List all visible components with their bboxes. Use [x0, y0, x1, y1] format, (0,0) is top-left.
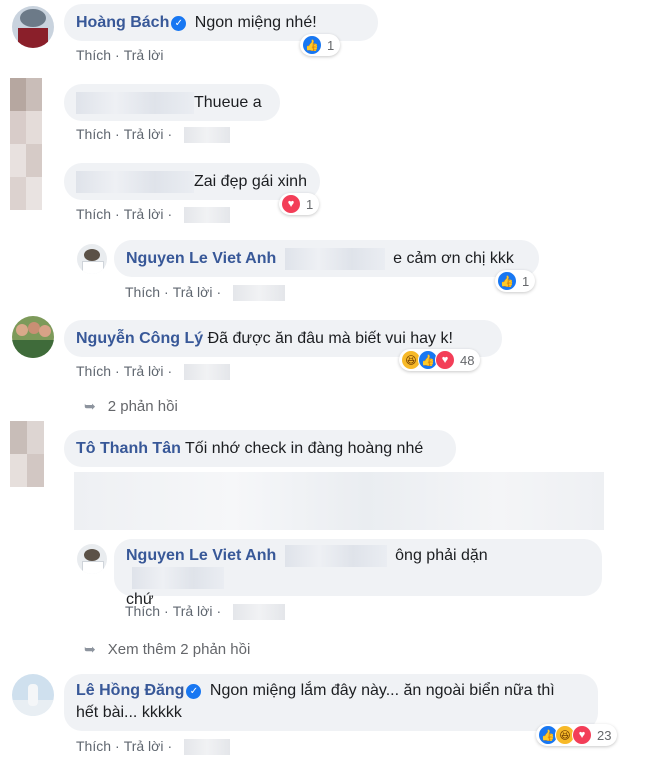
like-link[interactable]: Thích [76, 206, 111, 222]
comment-bubble: Thueue a [64, 84, 280, 121]
comment-text-line2: hết bài... kkkkk [76, 704, 182, 721]
like-link[interactable]: Thích [76, 363, 111, 379]
author-name[interactable]: Nguyen Le Viet Anh [126, 250, 276, 267]
avatar-nguyen-le-viet-anh[interactable] [77, 544, 107, 574]
reply-link[interactable]: Trả lời [173, 284, 213, 300]
avatar-hoang-bach[interactable] [12, 6, 54, 48]
comment-actions: Thích · Trả lời · [76, 204, 231, 224]
reply-link[interactable]: Trả lời [124, 738, 164, 754]
view-more-replies-link[interactable]: ➥ Xem thêm 2 phản hồi [84, 641, 250, 658]
avatar-blurred [10, 421, 44, 487]
timestamp-redacted [184, 207, 231, 224]
reply-arrow-icon: ➥ [84, 398, 96, 414]
comment-actions: Thích · Trả lời · [76, 736, 231, 756]
like-icon: 👍 [302, 35, 322, 55]
avatar-blurred [10, 78, 42, 210]
reply-link[interactable]: Trả lời [124, 126, 164, 142]
reply-link[interactable]: Trả lời [124, 206, 164, 222]
comment-bubble: Nguyen Le Viet Anh e cảm ơn chị kkk [114, 240, 539, 277]
like-link[interactable]: Thích [125, 284, 160, 300]
timestamp-redacted [184, 364, 231, 381]
reply-link[interactable]: Trả lời [124, 47, 164, 63]
avatar-nguyen-cong-ly[interactable] [12, 316, 54, 358]
redacted-name [76, 170, 194, 193]
reaction-summary[interactable]: 👍 1 [300, 34, 341, 56]
timestamp-redacted [233, 285, 286, 302]
verified-badge-icon: ✓ [171, 16, 187, 31]
reply-link[interactable]: Trả lời [124, 363, 164, 379]
redacted-mention [284, 247, 385, 270]
comment-bubble: Tô Thanh Tân Tối nhớ check in đàng hoàng… [64, 430, 456, 467]
timestamp-redacted [184, 739, 231, 756]
comment-bubble: Lê Hồng Đăng ✓ Ngon miệng lắm đây này... … [64, 674, 598, 731]
comment-actions: Thích · Trả lời · [125, 282, 286, 302]
comment-text: Thueue a [194, 94, 262, 111]
love-icon: ♥ [572, 725, 592, 745]
comment-text: Zai đẹp gái xinh [194, 173, 307, 190]
comment-actions: Thích · Trả lời [76, 47, 164, 63]
author-name[interactable]: Nguyễn Công Lý [76, 330, 203, 347]
comment-bubble: Nguyen Le Viet Anh ông phải dặn chứ [114, 539, 602, 608]
comment-text-line1: Ngon miệng lắm đây này... ăn ngoài biển … [209, 682, 555, 699]
like-link[interactable]: Thích [125, 603, 160, 619]
comment-text: e cảm ơn chị kkk [393, 250, 514, 267]
avatar-nguyen-le-viet-anh[interactable] [77, 244, 107, 274]
comment-text: Đã được ăn đâu mà biết vui hay k! [207, 330, 453, 347]
comment-actions: Thích · Trả lời · [76, 361, 231, 381]
love-icon: ♥ [281, 194, 301, 214]
timestamp-redacted [184, 127, 231, 144]
like-link[interactable]: Thích [76, 126, 111, 142]
love-icon: ♥ [435, 350, 455, 370]
reply-link[interactable]: Trả lời [173, 603, 213, 619]
comment-text-line1: ông phải dặn [395, 547, 488, 565]
redacted-mention [132, 567, 224, 590]
comment-actions: Thích · Trả lời · [125, 601, 286, 621]
like-link[interactable]: Thích [76, 738, 111, 754]
reaction-summary[interactable]: 👍 😆 ♥ 23 [536, 724, 618, 746]
comment-bubble: Zai đẹp gái xinh [64, 163, 320, 200]
redacted-name [76, 91, 194, 114]
reaction-summary[interactable]: ♥ 1 [279, 193, 320, 215]
comment-text: Ngon miệng nhé! [194, 14, 317, 31]
timestamp-redacted [233, 604, 286, 621]
reaction-summary[interactable]: 👍 1 [495, 270, 536, 292]
like-icon: 👍 [497, 271, 517, 291]
comment-text: Tối nhớ check in đàng hoàng nhé [185, 440, 424, 457]
author-name[interactable]: Lê Hồng Đăng [76, 682, 184, 699]
comment-actions: Thích · Trả lời · [76, 124, 231, 144]
avatar-le-hong-dang[interactable] [12, 674, 54, 716]
author-name[interactable]: Nguyen Le Viet Anh [126, 547, 276, 564]
author-name[interactable]: Hoàng Bách [76, 14, 169, 31]
view-replies-link[interactable]: ➥ 2 phản hồi [84, 398, 178, 415]
redacted-mention [284, 545, 387, 567]
author-name[interactable]: Tô Thanh Tân [76, 440, 181, 457]
like-link[interactable]: Thích [76, 47, 111, 63]
redacted-region [74, 472, 604, 530]
reply-arrow-icon: ➥ [84, 641, 96, 657]
reaction-summary[interactable]: 😆 👍 ♥ 48 [399, 349, 481, 371]
verified-badge-icon: ✓ [186, 684, 202, 699]
